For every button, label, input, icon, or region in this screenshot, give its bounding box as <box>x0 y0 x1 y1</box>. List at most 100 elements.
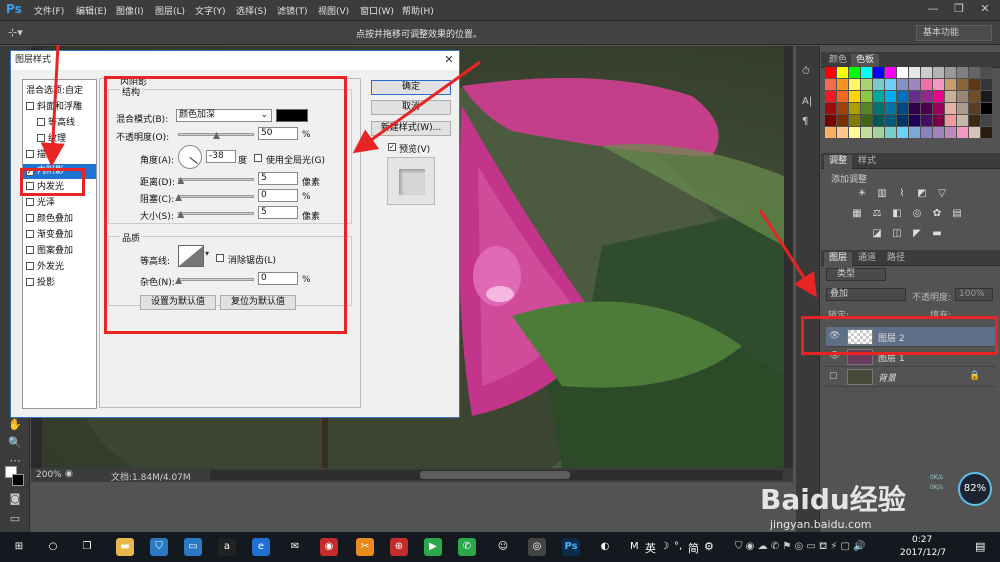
color-balance-icon[interactable]: ⚖ <box>870 208 884 220</box>
color-swatch[interactable] <box>897 103 908 114</box>
chevron-down-icon[interactable]: ▾ <box>205 249 209 258</box>
style-checkbox[interactable] <box>37 134 45 142</box>
cortana-icon[interactable]: ○ <box>44 538 62 556</box>
status-menu-icon[interactable]: ◉ <box>65 469 73 479</box>
style-checkbox[interactable] <box>26 150 34 158</box>
color-swatch[interactable] <box>921 79 932 90</box>
exposure-icon[interactable]: ◩ <box>915 188 929 200</box>
style-item[interactable]: 内发光 <box>23 180 96 195</box>
color-swatch[interactable] <box>837 127 848 138</box>
channel-mixer-icon[interactable]: ✿ <box>930 208 944 220</box>
ok-button[interactable]: 确定 <box>371 80 451 95</box>
minimize-button[interactable]: — <box>920 0 946 18</box>
color-swatch[interactable] <box>861 103 872 114</box>
color-swatch[interactable] <box>981 127 992 138</box>
app3-icon[interactable]: ◐ <box>596 538 614 556</box>
global-light-checkbox[interactable] <box>254 154 262 162</box>
color-swatch[interactable] <box>897 91 908 102</box>
ime-settings-icon[interactable]: ⚙ <box>704 540 714 553</box>
size-slider[interactable] <box>178 212 254 215</box>
layer-name[interactable]: 图层 2 <box>878 331 905 344</box>
contour-picker[interactable] <box>178 245 204 267</box>
tab-color[interactable]: 颜色 <box>824 54 852 68</box>
visibility-off-box[interactable]: ▢ <box>829 371 841 383</box>
menu-view[interactable]: 视图(V) <box>318 4 349 17</box>
color-swatch[interactable] <box>849 67 860 78</box>
vibrance-icon[interactable]: ▽ <box>935 188 949 200</box>
chrome-icon[interactable]: ◎ <box>528 538 546 556</box>
choke-input[interactable]: 0 <box>258 189 298 202</box>
color-swatch[interactable] <box>945 103 956 114</box>
color-swatch[interactable] <box>933 103 944 114</box>
style-checkbox[interactable] <box>26 182 34 190</box>
style-item[interactable]: 光泽 <box>23 196 96 211</box>
style-checkbox[interactable] <box>26 102 34 110</box>
style-checkbox[interactable] <box>26 262 34 270</box>
color-swatch[interactable] <box>909 91 920 102</box>
style-item[interactable]: 图案叠加 <box>23 244 96 259</box>
style-checkbox[interactable]: ✓ <box>26 168 34 176</box>
tray-shield-icon[interactable]: ⛉ ◉ ☁ ✆ ⚑ ◎ ▭ ⛾ ⚡ ▢ 🔊 <box>735 541 866 554</box>
color-swatch[interactable] <box>921 67 932 78</box>
style-item[interactable]: 等高线 <box>23 116 96 131</box>
color-swatch[interactable] <box>849 103 860 114</box>
color-swatch[interactable] <box>897 67 908 78</box>
color-swatch[interactable] <box>933 91 944 102</box>
color-swatch[interactable] <box>909 103 920 114</box>
color-swatch[interactable] <box>885 91 896 102</box>
amazon-icon[interactable]: a <box>218 538 236 556</box>
color-swatch[interactable] <box>921 91 932 102</box>
color-swatch[interactable] <box>969 127 980 138</box>
color-swatch[interactable] <box>969 67 980 78</box>
zoom-tool-icon[interactable]: 🔍 <box>5 436 25 452</box>
ime-punct-icon[interactable]: °, <box>674 541 682 552</box>
layer-name[interactable]: 图层 1 <box>878 351 905 364</box>
color-swatch[interactable] <box>861 67 872 78</box>
history-icon[interactable]: ⏱ <box>802 66 810 77</box>
horizontal-scroll-thumb[interactable] <box>420 471 570 479</box>
color-swatch[interactable] <box>873 103 884 114</box>
color-swatch[interactable] <box>933 79 944 90</box>
global-light-label[interactable]: 使用全局光(G) <box>266 153 325 166</box>
mail-icon[interactable]: ✉ <box>286 538 304 556</box>
style-checkbox[interactable] <box>26 198 34 206</box>
tab-adjustments[interactable]: 调整 <box>824 155 853 169</box>
visibility-eye-icon[interactable]: 👁 <box>829 331 841 343</box>
color-swatch[interactable] <box>945 79 956 90</box>
angle-dial[interactable] <box>178 145 202 169</box>
menu-select[interactable]: 选择(S) <box>236 4 267 17</box>
shadow-color-swatch[interactable] <box>276 109 308 122</box>
menu-layer[interactable]: 图层(L) <box>155 4 185 17</box>
color-swatch[interactable] <box>957 91 968 102</box>
color-swatch[interactable] <box>969 79 980 90</box>
color-swatch[interactable] <box>909 127 920 138</box>
color-swatch[interactable] <box>825 127 836 138</box>
blend-mode-select[interactable]: 叠加 <box>826 288 906 301</box>
preview-checkbox[interactable]: ✓ <box>388 143 396 151</box>
set-default-button[interactable]: 设置为默认值 <box>140 295 216 310</box>
color-swatch[interactable] <box>945 91 956 102</box>
new-style-button[interactable]: 新建样式(W)... <box>371 121 451 136</box>
qq-icon[interactable]: ☺ <box>494 538 512 556</box>
style-item[interactable]: 渐变叠加 <box>23 228 96 243</box>
player-icon[interactable]: ▶ <box>424 538 442 556</box>
color-swatch[interactable] <box>981 115 992 126</box>
screen-mode-icon[interactable]: ▭ <box>5 512 25 528</box>
wechat-icon[interactable]: ✆ <box>458 538 476 556</box>
color-swatch[interactable] <box>969 115 980 126</box>
size-input[interactable]: 5 <box>258 206 298 219</box>
color-swatch[interactable] <box>921 115 932 126</box>
color-swatch[interactable] <box>981 91 992 102</box>
style-item[interactable]: 描边 <box>23 148 96 163</box>
style-checkbox[interactable] <box>26 214 34 222</box>
dialog-close-button[interactable]: ✕ <box>441 53 457 67</box>
color-swatch[interactable] <box>849 115 860 126</box>
tab-layers[interactable]: 图层 <box>824 252 853 266</box>
character-icon[interactable]: A| <box>802 96 812 107</box>
color-swatch[interactable] <box>897 115 908 126</box>
pc-icon[interactable]: ▭ <box>184 538 202 556</box>
style-checkbox[interactable] <box>26 230 34 238</box>
color-swatch[interactable] <box>849 127 860 138</box>
color-swatch[interactable] <box>873 91 884 102</box>
style-item[interactable]: 纹理 <box>23 132 96 147</box>
